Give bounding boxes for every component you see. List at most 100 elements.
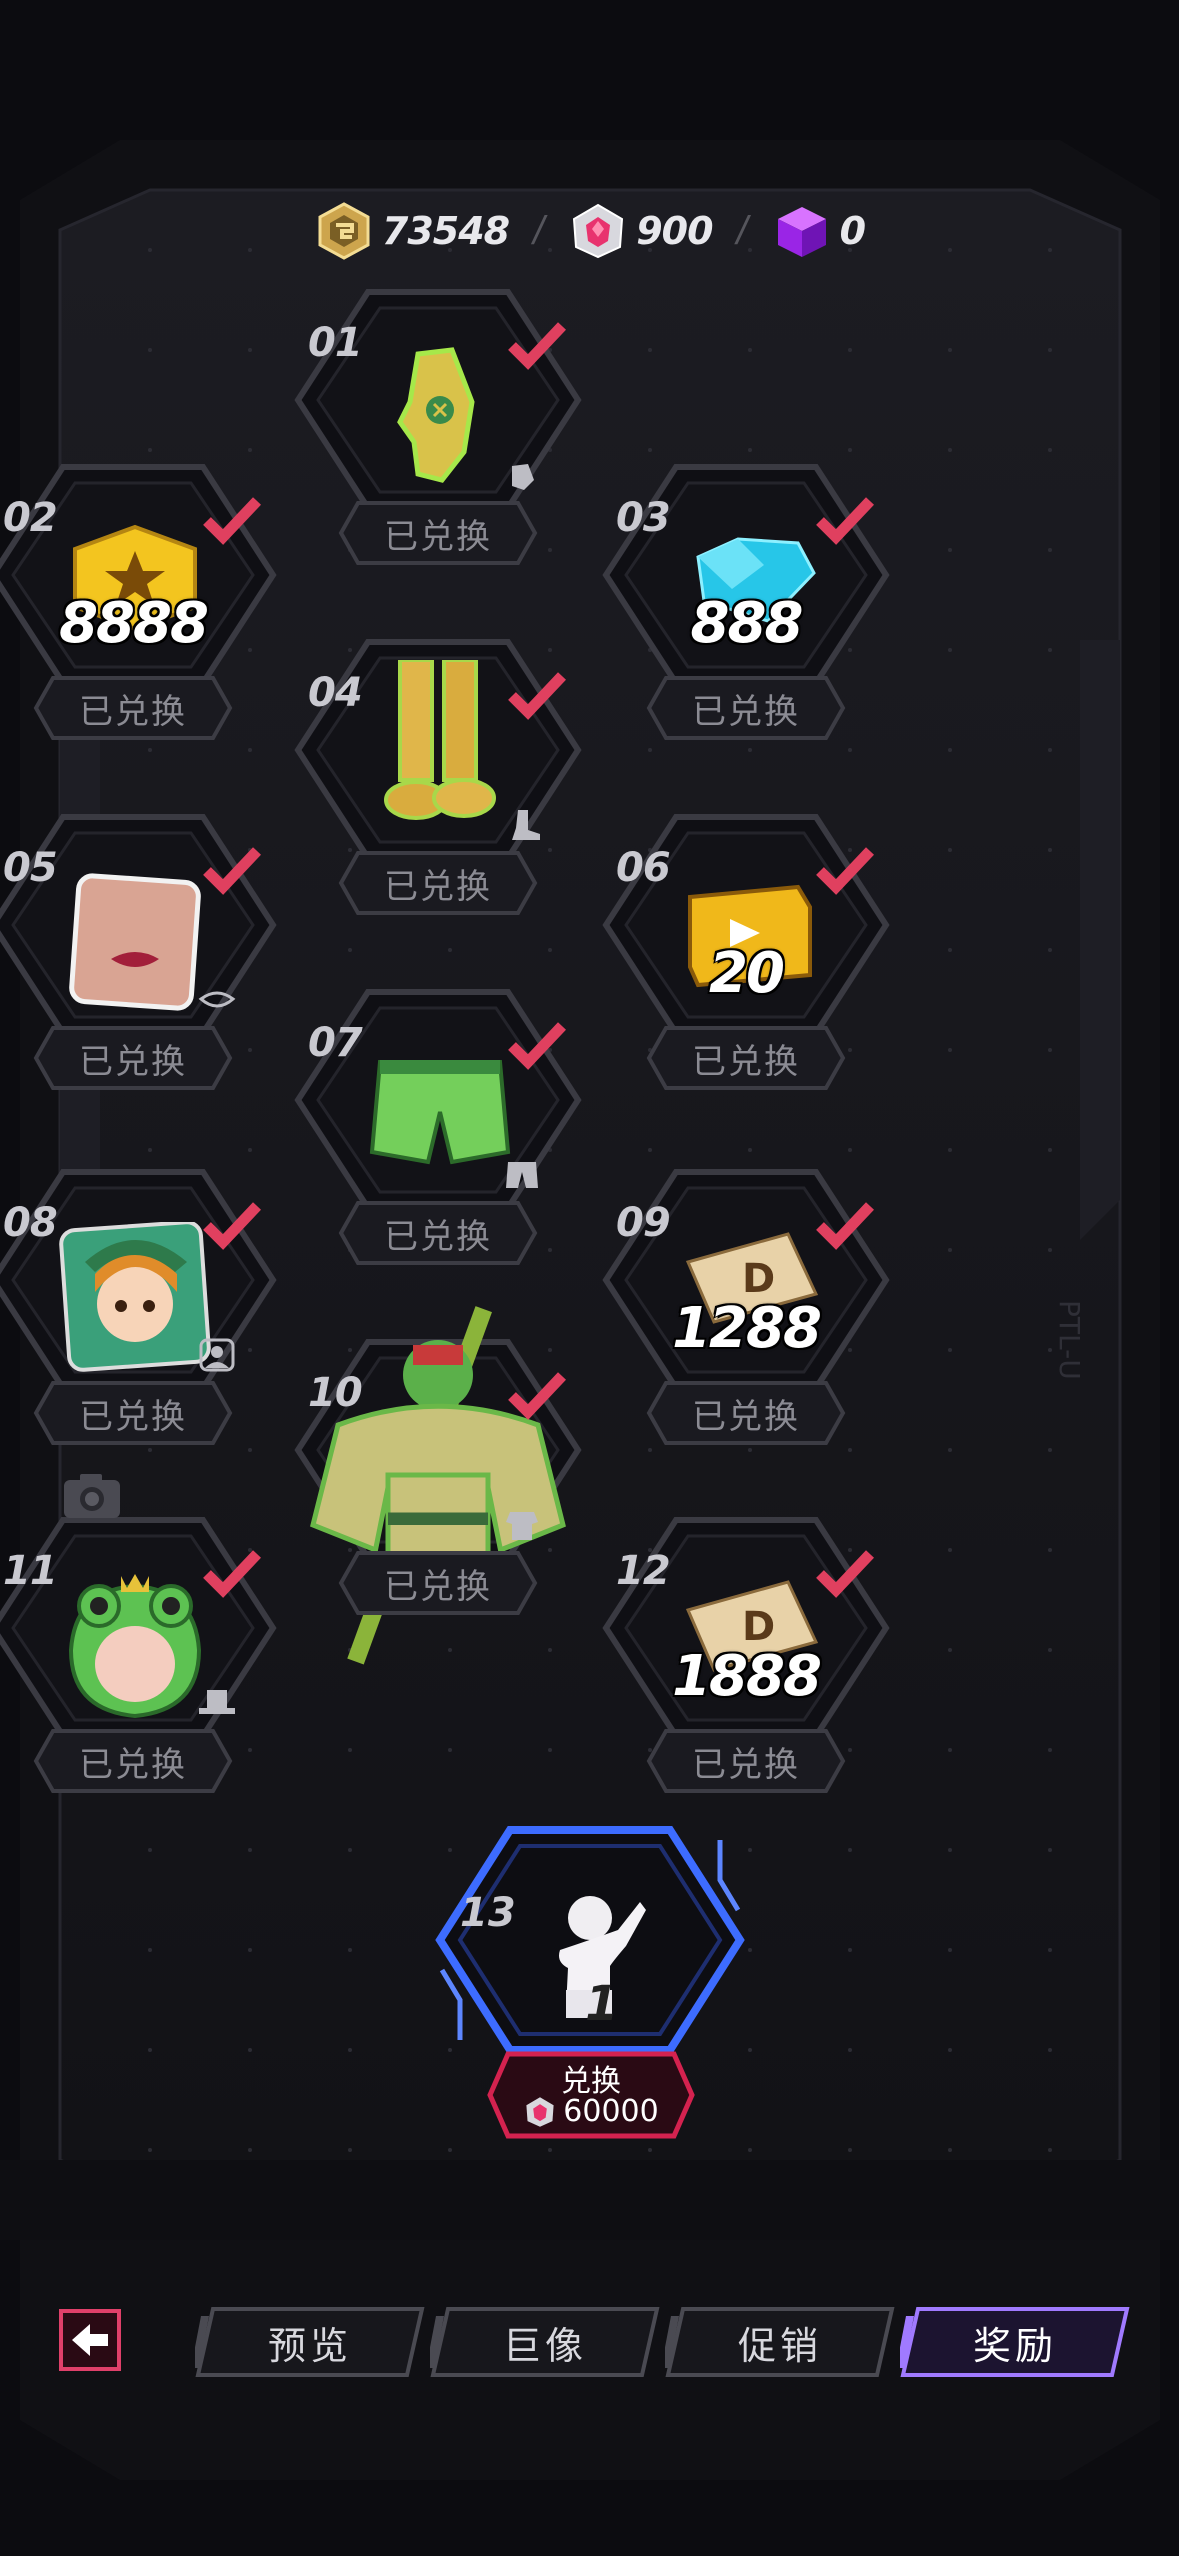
tab-3[interactable]: 奖励 (900, 2306, 1130, 2378)
camera-icon[interactable] (60, 1470, 124, 1522)
redeemed-button: 已兑换 (338, 1550, 538, 1616)
avatar-portrait-icon (55, 1220, 215, 1372)
hat-type-icon (197, 1686, 237, 1720)
check-icon (816, 1202, 874, 1250)
reward-slot-06[interactable]: 06 20 已兑换 (596, 805, 896, 1105)
reward-quantity: 20 (709, 941, 785, 1006)
lips-type-icon (197, 983, 237, 1017)
svg-text:PTL-U: PTL-U (1053, 1300, 1086, 1380)
svg-text:1: 1 (585, 1976, 618, 2030)
reward-slot-04[interactable]: 04 已兑换 (288, 630, 588, 930)
glove-type-icon (502, 458, 542, 492)
slot-number: 01 (308, 320, 363, 366)
redeem-button[interactable]: 兑换 60000 (486, 2050, 696, 2140)
tab-label: 预览 (267, 2325, 352, 2368)
check-icon (816, 1550, 874, 1598)
redeemed-label: 已兑换 (692, 692, 800, 731)
pants-type-icon (502, 1158, 542, 1192)
reward-quantity: 888 (690, 591, 804, 656)
reward-slot-01[interactable]: 01 已兑换 (288, 280, 588, 580)
reward-slot-02[interactable]: 02 8888 已兑换 (0, 455, 283, 755)
frog-hood-icon (55, 1570, 215, 1720)
tab-label: 巨像 (502, 2325, 587, 2368)
reward-slot-12[interactable]: 12 D 1888 已兑换 (596, 1508, 896, 1808)
reward-slot-05[interactable]: 05 已兑换 (0, 805, 283, 1105)
check-icon (508, 1372, 566, 1420)
currency-separator: / (736, 208, 748, 253)
gold-amount: 73548 (381, 209, 510, 253)
reward-quantity: 1288 (672, 1296, 822, 1361)
redeem-cost-value: 60000 (563, 2094, 659, 2129)
tab-label: 奖励 (972, 2325, 1057, 2368)
slot-number: 11 (3, 1548, 58, 1594)
check-icon (508, 1022, 566, 1070)
glove-icon (360, 342, 520, 492)
redeemed-button: 已兑换 (646, 1380, 846, 1446)
slot-number: 04 (308, 670, 363, 716)
check-icon (816, 847, 874, 895)
pink-gem-icon (526, 2096, 554, 2127)
purple-cube-icon (777, 207, 826, 257)
redeemed-label: 已兑换 (79, 1042, 187, 1081)
reward-quantity: 1888 (672, 1644, 822, 1709)
currency-gold: 73548 (314, 201, 510, 261)
reward-slot-09[interactable]: 09 D 1288 已兑换 (596, 1160, 896, 1460)
tab-1[interactable]: 巨像 (430, 2306, 660, 2378)
slot-number: 12 (616, 1548, 671, 1594)
slot-number: 07 (308, 1020, 363, 1066)
redeemed-button: 已兑换 (646, 1728, 846, 1794)
reward-slot-03[interactable]: 03 888 已兑换 (596, 455, 896, 755)
green-shorts-icon (360, 1042, 520, 1192)
redeemed-button: 已兑换 (338, 500, 538, 566)
check-icon (816, 497, 874, 545)
reward-slot-07[interactable]: 07 已兑换 (288, 980, 588, 1280)
slot-number: 03 (616, 495, 671, 541)
redeemed-label: 已兑换 (384, 867, 492, 906)
slot-number: 09 (616, 1200, 671, 1246)
boots-icon (360, 658, 520, 830)
redeemed-label: 已兑换 (384, 1567, 492, 1606)
reward-quantity: 8888 (59, 591, 209, 656)
pink-gem-icon (573, 203, 624, 259)
check-icon (508, 322, 566, 370)
redeemed-label: 已兑换 (79, 1745, 187, 1784)
redeemed-label: 已兑换 (692, 1745, 800, 1784)
check-icon (203, 847, 261, 895)
back-arrow-icon[interactable] (58, 2308, 122, 2372)
redeemed-button: 已兑换 (646, 675, 846, 741)
tab-2[interactable]: 促销 (665, 2306, 895, 2378)
outfit-type-icon (502, 1508, 542, 1542)
reward-slot-10[interactable]: 10 已兑换 (288, 1306, 588, 1665)
slot-number: 08 (3, 1200, 58, 1246)
pose-emote-icon: 1 (559, 1896, 646, 2030)
check-icon (203, 1202, 261, 1250)
redeemed-label: 已兑换 (692, 1397, 800, 1436)
redeemed-label: 已兑换 (79, 692, 187, 731)
boot-type-icon (502, 808, 542, 842)
slot-number: 05 (3, 845, 58, 891)
tab-label: 促销 (737, 2325, 822, 2368)
currency-pink: 900 (568, 201, 714, 261)
grand-reward-slot[interactable]: 13 1 兑换 60000 (420, 1820, 760, 2150)
check-icon (508, 672, 566, 720)
avatar-type-icon (197, 1338, 237, 1372)
reward-slot-08[interactable]: 08 已兑换 (0, 1160, 283, 1460)
redeemed-label: 已兑换 (384, 1217, 492, 1256)
redeemed-button: 已兑换 (338, 850, 538, 916)
reward-slot-11[interactable]: 11 已兑换 (0, 1508, 283, 1808)
currency-bar: 73548 / 900 / 0 (0, 196, 1179, 266)
tab-0[interactable]: 预览 (195, 2306, 425, 2378)
redeemed-button: 已兑换 (33, 1380, 233, 1446)
check-icon (203, 497, 261, 545)
redeemed-button: 已兑换 (646, 1025, 846, 1091)
check-icon (203, 1550, 261, 1598)
redeemed-button: 已兑换 (338, 1200, 538, 1266)
bottom-nav: 预览 巨像 促销 奖励 (0, 2300, 1179, 2380)
frog-outfit-icon (288, 1300, 588, 1700)
pink-gem-amount: 900 (636, 209, 713, 253)
lips-face-icon (55, 867, 215, 1017)
gold-token-icon (318, 202, 370, 260)
slot-number: 13 (460, 1890, 516, 1936)
redeemed-label: 已兑换 (79, 1397, 187, 1436)
currency-purple: 0 (772, 201, 866, 261)
